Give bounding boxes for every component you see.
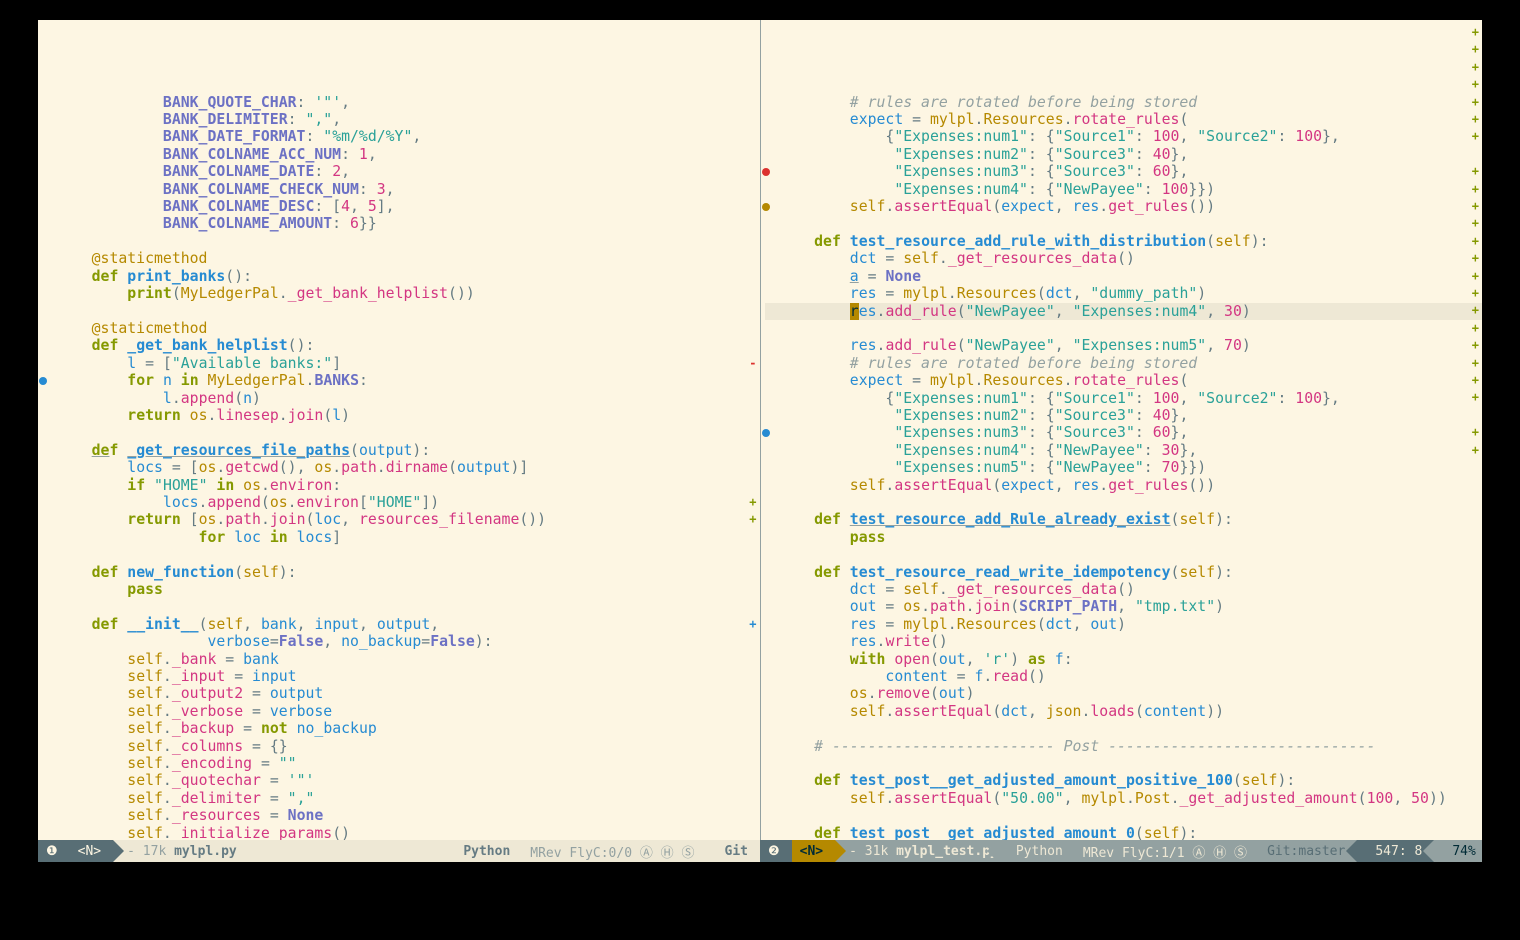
buffer-name: mylpl.py <box>174 844 237 859</box>
buffer-name: mylpl_test.py <box>896 844 998 859</box>
right-fringe <box>761 20 775 840</box>
major-mode: Python <box>463 844 510 859</box>
major-mode: Python <box>1016 844 1063 859</box>
vc-segment: Git:master <box>1259 840 1357 862</box>
right-code-area[interactable]: +++++++++++++++++++++++ # rules are rota… <box>761 20 1483 840</box>
scroll-percent: 74% <box>1434 840 1482 862</box>
right-code[interactable]: # rules are rotated before being stored … <box>779 94 1483 840</box>
window-number: ❷ <box>760 840 792 862</box>
left-pane[interactable]: -+++ BANK_QUOTE_CHAR: '"', BANK_DELIMITE… <box>38 20 760 840</box>
evil-state: <N> <box>792 840 835 862</box>
left-diff-fringe: -+++ <box>746 20 760 840</box>
right-pane[interactable]: +++++++++++++++++++++++ # rules are rota… <box>760 20 1483 840</box>
window-number: ❶ <box>38 840 70 862</box>
left-code[interactable]: BANK_QUOTE_CHAR: '"', BANK_DELIMITER: ",… <box>56 94 760 840</box>
right-diff-fringe: +++++++++++++++++++++++ <box>1468 20 1482 840</box>
left-fringe <box>38 20 52 840</box>
minor-modes: MRev FlyC:0/0 Ⓐ Ⓗ Ⓢ <box>530 842 694 861</box>
vc-segment: Git <box>707 840 760 862</box>
evil-state: <N> <box>70 840 113 862</box>
buffer-size: - 31k <box>849 844 888 859</box>
modeline-left[interactable]: ❶ <N> - 17k mylpl.py Python MRev FlyC:0/… <box>38 840 760 862</box>
modelines: ❶ <N> - 17k mylpl.py Python MRev FlyC:0/… <box>38 840 1482 862</box>
buffer-size: - 17k <box>127 844 166 859</box>
emacs-frame: -+++ BANK_QUOTE_CHAR: '"', BANK_DELIMITE… <box>38 20 1482 862</box>
editor-split: -+++ BANK_QUOTE_CHAR: '"', BANK_DELIMITE… <box>38 20 1482 840</box>
minor-modes: MRev FlyC:1/1 Ⓐ Ⓗ Ⓢ <box>1083 842 1247 861</box>
left-code-area[interactable]: -+++ BANK_QUOTE_CHAR: '"', BANK_DELIMITE… <box>38 20 760 840</box>
modeline-right[interactable]: ❷ <N> - 31k mylpl_test.py Python MRev Fl… <box>760 840 1482 862</box>
